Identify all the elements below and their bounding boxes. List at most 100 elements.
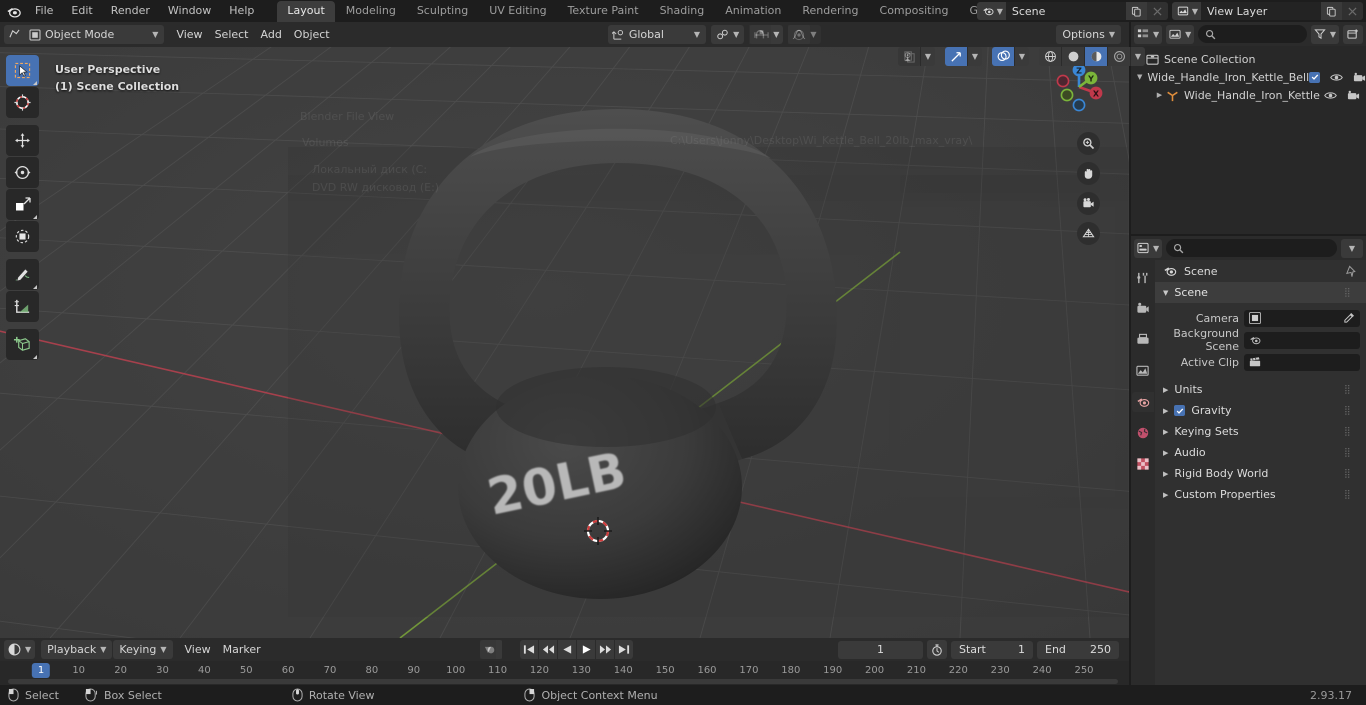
panel-custom-properties-header[interactable]: ▶ Custom Properties ⣿	[1155, 484, 1366, 505]
rotate-tool[interactable]	[6, 157, 39, 188]
panel-keying-sets-header[interactable]: ▶ Keying Sets ⣿	[1155, 421, 1366, 442]
tab-texture-paint[interactable]: Texture Paint	[558, 1, 649, 22]
show-overlays-icon[interactable]	[992, 47, 1014, 66]
active-clip-field[interactable]	[1244, 353, 1360, 371]
shading-dropdown[interactable]: ▼	[1131, 47, 1145, 66]
eye-icon[interactable]	[1324, 90, 1337, 101]
snap-magnet-icon[interactable]	[749, 25, 772, 44]
keying-dropdown[interactable]: Keying ▼	[113, 640, 173, 659]
viewport-menu-select[interactable]: Select	[209, 25, 255, 44]
tab-sculpting[interactable]: Sculpting	[407, 1, 478, 22]
panel-gravity-header[interactable]: ▶ Gravity ⣿	[1155, 400, 1366, 421]
view-layer-name-field[interactable]: View Layer	[1201, 2, 1321, 20]
tab-shading[interactable]: Shading	[650, 1, 715, 22]
new-view-layer-button[interactable]	[1321, 2, 1342, 20]
outliner-search-input[interactable]	[1198, 25, 1307, 43]
remove-view-layer-button[interactable]	[1342, 2, 1363, 20]
viewport-menu-object[interactable]: Object	[288, 25, 336, 44]
camera-render-icon[interactable]	[1353, 72, 1366, 83]
editor-type-button[interactable]	[4, 25, 24, 44]
outliner-row-kettle-bell-collection[interactable]: ▼ Wide_Handle_Iron_Kettle_Bell	[1131, 68, 1366, 86]
camera-icon[interactable]	[1077, 192, 1100, 215]
unlink-scene-button[interactable]	[1146, 2, 1168, 20]
camera-field[interactable]	[1244, 309, 1360, 327]
panel-units-header[interactable]: ▶ Units ⣿	[1155, 379, 1366, 400]
menu-file[interactable]: File	[26, 2, 62, 20]
menu-help[interactable]: Help	[220, 2, 263, 20]
material-preview-shading-icon[interactable]	[1085, 47, 1107, 66]
jump-start-icon[interactable]	[520, 640, 538, 659]
timeline-scrollbar[interactable]	[8, 679, 1118, 684]
transform-tool[interactable]	[6, 221, 39, 252]
timeline-menu-view[interactable]: View	[179, 640, 217, 659]
view-layer-datablock[interactable]: ▼ View Layer	[1171, 2, 1363, 20]
pin-icon[interactable]	[1345, 264, 1358, 278]
move-tool[interactable]	[6, 125, 39, 156]
viewport-3d[interactable]: 20LB Blender File View Volumes Локальный…	[0, 47, 1129, 638]
xray-toggle-icon[interactable]	[898, 47, 920, 66]
camera-render-icon[interactable]	[1347, 90, 1360, 101]
show-gizmo-icon[interactable]	[945, 47, 967, 66]
gravity-checkbox[interactable]	[1174, 405, 1186, 416]
tab-modeling[interactable]: Modeling	[336, 1, 406, 22]
jump-end-icon[interactable]	[615, 640, 633, 659]
outliner-display-mode-button[interactable]: ▼	[1166, 24, 1195, 44]
outliner-filter-button[interactable]: ▼	[1310, 24, 1339, 44]
next-keyframe-icon[interactable]	[596, 640, 614, 659]
zoom-icon[interactable]	[1077, 132, 1100, 155]
outliner-row-scene-collection[interactable]: Scene Collection	[1131, 50, 1366, 68]
viewport-menu-view[interactable]: View	[170, 25, 208, 44]
transform-orientation-dropdown[interactable]: Global ▼	[607, 25, 707, 44]
autokey-dropdown[interactable]: ▼	[480, 640, 496, 659]
tab-render-icon[interactable]	[1132, 299, 1154, 319]
viewport-options-dropdown[interactable]: Options ▼	[1056, 25, 1121, 44]
viewport-menu-add[interactable]: Add	[255, 25, 288, 44]
tab-tool-icon[interactable]	[1132, 268, 1154, 288]
play-icon[interactable]	[577, 640, 595, 659]
new-collection-button[interactable]	[1343, 24, 1363, 44]
grid-icon[interactable]	[1077, 222, 1100, 245]
new-scene-button[interactable]	[1125, 2, 1147, 20]
solid-shading-icon[interactable]	[1062, 47, 1084, 66]
outliner-row-kettle-object[interactable]: ▶ Wide_Handle_Iron_Kettle	[1131, 86, 1366, 104]
scale-tool[interactable]	[6, 189, 39, 220]
object-mode-dropdown[interactable]: Object Mode ▼	[24, 25, 165, 44]
measure-tool[interactable]	[6, 291, 39, 322]
play-reverse-icon[interactable]	[558, 640, 576, 659]
menu-render[interactable]: Render	[102, 2, 159, 20]
scene-name-field[interactable]: Scene	[1005, 2, 1126, 20]
background-scene-field[interactable]	[1244, 331, 1360, 349]
expand-triangle-icon[interactable]: ▶	[1153, 91, 1166, 99]
exclude-checkbox[interactable]	[1309, 71, 1321, 83]
tab-uv-editing[interactable]: UV Editing	[479, 1, 556, 22]
outliner-editor-type-button[interactable]: ▼	[1134, 24, 1163, 44]
view-layer-icon[interactable]: ▼	[1171, 2, 1201, 20]
eyedropper-icon[interactable]	[1343, 312, 1355, 324]
gizmo-dropdown[interactable]: ▼	[968, 47, 982, 66]
timeline-menu-marker[interactable]: Marker	[217, 640, 267, 659]
menu-edit[interactable]: Edit	[62, 2, 101, 20]
tab-compositing[interactable]: Compositing	[870, 1, 959, 22]
select-box-tool[interactable]	[6, 55, 39, 86]
tab-layout[interactable]: Layout	[277, 1, 335, 22]
current-frame-field[interactable]: 1	[838, 640, 923, 659]
tab-texture-icon[interactable]	[1132, 454, 1154, 474]
add-cube-tool[interactable]	[6, 329, 39, 360]
overlay-dropdown[interactable]: ▼	[1015, 47, 1029, 66]
properties-search-input[interactable]	[1166, 239, 1337, 257]
end-frame-field[interactable]: End 250	[1037, 640, 1119, 659]
timeline-ruler[interactable]: 1 10 20 30 40 50 60 70 80 90 100 110 120 130 140 150 16…	[0, 661, 1129, 685]
hand-icon[interactable]	[1077, 162, 1100, 185]
falloff-dropdown[interactable]: ▼	[788, 25, 821, 44]
menu-window[interactable]: Window	[159, 2, 220, 20]
tab-view-layer-icon[interactable]	[1132, 361, 1154, 381]
properties-options-dropdown[interactable]: ▼	[1341, 238, 1363, 258]
tab-animation[interactable]: Animation	[715, 1, 791, 22]
rendered-shading-icon[interactable]	[1108, 47, 1130, 66]
panel-audio-header[interactable]: ▶ Audio ⣿	[1155, 442, 1366, 463]
cursor-tool[interactable]	[6, 87, 39, 118]
scene-datablock[interactable]: ▼ Scene	[976, 2, 1168, 20]
tab-output-icon[interactable]	[1132, 330, 1154, 350]
blender-logo-icon[interactable]	[0, 0, 26, 22]
expand-triangle-icon[interactable]: ▼	[1137, 73, 1142, 81]
